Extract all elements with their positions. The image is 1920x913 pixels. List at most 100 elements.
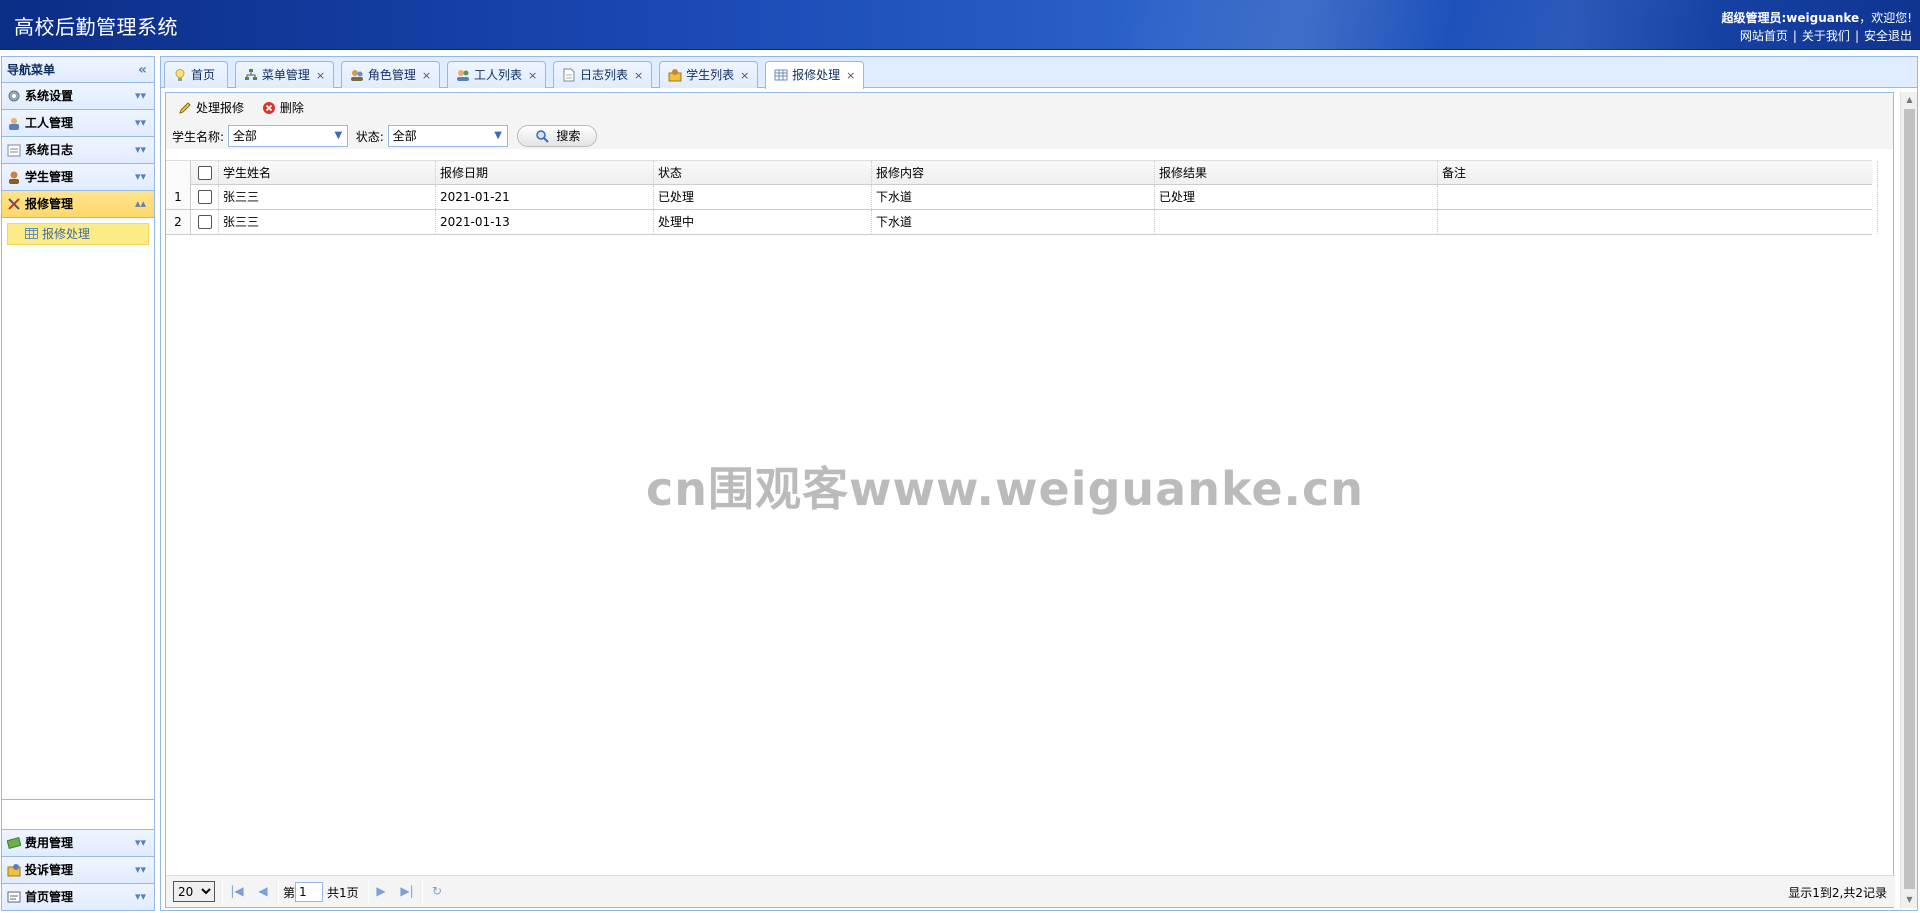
menu-label: 首页管理 [25, 890, 74, 904]
tab-role-management[interactable]: 角色管理 × [340, 61, 441, 88]
student-list-icon [668, 69, 682, 82]
select-all-checkbox[interactable] [198, 166, 212, 180]
page-prefix: 第 [283, 886, 296, 900]
close-icon[interactable]: × [634, 69, 643, 82]
first-page-icon[interactable]: |◀ [230, 884, 244, 898]
bulb-icon [175, 69, 185, 81]
status-label: 状态: [355, 129, 384, 144]
tools-icon [8, 198, 20, 210]
menu-label: 工人管理 [25, 116, 74, 130]
watermark: cn围观客www.weiguanke.cn [646, 462, 1365, 516]
process-repair-button[interactable]: 处理报修 [178, 99, 244, 117]
close-icon[interactable]: × [422, 69, 431, 82]
menu-label: 费用管理 [25, 836, 74, 850]
cell-remark [1438, 210, 1878, 234]
menu-complaint-management[interactable]: 投诉管理 ▾▾ [2, 856, 154, 883]
worker-icon [9, 118, 19, 130]
table-row[interactable]: 2 张三三 2021-01-13 处理中 下水道 [166, 210, 1878, 235]
col-repair-content[interactable]: 报修内容 [872, 161, 1155, 185]
tab-student-list[interactable]: 学生列表 × [659, 61, 759, 88]
menu-homepage-management[interactable]: 首页管理 ▾▾ [2, 883, 154, 910]
status-combo[interactable]: 全部 ▼ [387, 125, 508, 147]
submenu-repair-processing[interactable]: 报修处理 [7, 223, 149, 245]
table-icon [25, 228, 38, 239]
tab-label: 菜单管理 [261, 68, 310, 82]
tab-log-list[interactable]: 日志列表 × [553, 61, 653, 88]
delete-icon [262, 102, 275, 114]
chevron-up-icon: ▴▴ [134, 197, 146, 210]
menu-student-management[interactable]: 学生管理 ▾▾ [2, 164, 154, 191]
menu-label: 投诉管理 [25, 863, 74, 877]
tab-repair-processing[interactable]: 报修处理 × [765, 61, 865, 89]
vertical-scrollbar[interactable]: ▲ ▼ [1900, 92, 1917, 908]
cell-student-name: 张三三 [218, 185, 436, 209]
menu-fee-management[interactable]: 费用管理 ▾▾ [2, 829, 154, 856]
worker-list-icon [456, 70, 469, 81]
close-icon[interactable]: × [316, 69, 325, 82]
scroll-down-icon[interactable]: ▼ [1901, 892, 1918, 908]
chevron-down-icon[interactable]: ▼ [328, 126, 347, 146]
header-decoration [1120, 0, 1720, 50]
student-name-combo[interactable]: 全部 ▼ [227, 125, 348, 147]
cell-student-name: 张三三 [218, 210, 436, 234]
table-row[interactable]: 1 张三三 2021-01-21 已处理 下水道 已处理 [166, 185, 1878, 210]
scroll-up-icon[interactable]: ▲ [1901, 92, 1918, 108]
cell-repair-date: 2021-01-21 [436, 185, 654, 209]
scroll-thumb[interactable] [1904, 109, 1915, 889]
search-button[interactable]: 搜索 [517, 125, 598, 147]
menu-system-settings[interactable]: 系统设置 ▾▾ [2, 83, 154, 110]
cell-repair-result: 已处理 [1155, 185, 1438, 209]
page-number-input[interactable]: 1 [295, 882, 323, 902]
last-page-icon[interactable]: ▶| [400, 884, 414, 898]
pager-separator [422, 881, 423, 903]
menu-system-log[interactable]: 系统日志 ▾▾ [2, 137, 154, 164]
page-size-select[interactable]: 20 [173, 881, 215, 902]
tab-label: 学生列表 [686, 68, 735, 82]
app-header: 高校后勤管理系统 超级管理员:weiguanke，欢迎您! 网站首页 | 关于我们 |… [0, 0, 1920, 50]
delete-button[interactable]: 删除 [262, 99, 304, 117]
delete-label: 删除 [279, 101, 304, 115]
cell-repair-content: 下水道 [872, 210, 1155, 234]
greeting: 超级管理员:weiguanke，欢迎您! [1721, 9, 1912, 27]
homepage-icon [7, 891, 21, 903]
role-icon [350, 70, 363, 81]
collapse-left-icon[interactable]: « [138, 57, 147, 83]
col-repair-date[interactable]: 报修日期 [436, 161, 654, 185]
sidebar-header: 导航菜单 « [2, 57, 154, 83]
tab-bar: 首页 菜单管理 × 角色管理 × 工人列表 × 日志列表 × 学生列表 × 报修处理 × [161, 57, 1917, 89]
cell-repair-content: 下水道 [872, 185, 1155, 209]
about-us-link[interactable]: 关于我们 [1802, 29, 1850, 43]
chevron-down-icon: ▾▾ [134, 836, 146, 849]
site-home-link[interactable]: 网站首页 [1740, 29, 1788, 43]
pencil-icon [179, 102, 191, 114]
toolbar: 处理报修 删除 [166, 93, 1893, 123]
close-icon[interactable]: × [846, 69, 855, 82]
next-page-icon[interactable]: ▶ [374, 884, 388, 898]
chevron-down-icon[interactable]: ▼ [488, 126, 507, 146]
row-checkbox[interactable] [198, 215, 212, 229]
tab-home[interactable]: 首页 [164, 61, 229, 88]
col-status[interactable]: 状态 [654, 161, 872, 185]
menu-tree-icon [244, 69, 257, 80]
menu-worker-management[interactable]: 工人管理 ▾▾ [2, 110, 154, 137]
logout-link[interactable]: 安全退出 [1864, 29, 1912, 43]
pager-separator [222, 881, 223, 903]
tab-worker-list[interactable]: 工人列表 × [446, 61, 547, 88]
pager-separator [368, 881, 369, 903]
close-icon[interactable]: × [528, 69, 537, 82]
cell-remark [1438, 185, 1878, 209]
row-checkbox[interactable] [198, 190, 212, 204]
repair-table: 学生姓名 报修日期 状态 报修内容 报修结果 备注 1 张三三 2021-01-… [166, 160, 1878, 235]
money-icon [7, 836, 21, 850]
table-header: 学生姓名 报修日期 状态 报修内容 报修结果 备注 [166, 160, 1878, 185]
tab-label: 日志列表 [580, 68, 629, 82]
tab-menu-management[interactable]: 菜单管理 × [234, 61, 335, 88]
main-panel: 首页 菜单管理 × 角色管理 × 工人列表 × 日志列表 × 学生列表 × 报修处理 × [160, 56, 1918, 911]
close-icon[interactable]: × [740, 69, 749, 82]
menu-repair-management[interactable]: 报修管理 ▴▴ [2, 191, 154, 218]
prev-page-icon[interactable]: ◀ [256, 884, 270, 898]
col-repair-result[interactable]: 报修结果 [1155, 161, 1438, 185]
col-remark[interactable]: 备注 [1438, 161, 1878, 185]
refresh-icon[interactable]: ↻ [430, 884, 444, 898]
col-student-name[interactable]: 学生姓名 [218, 161, 436, 185]
